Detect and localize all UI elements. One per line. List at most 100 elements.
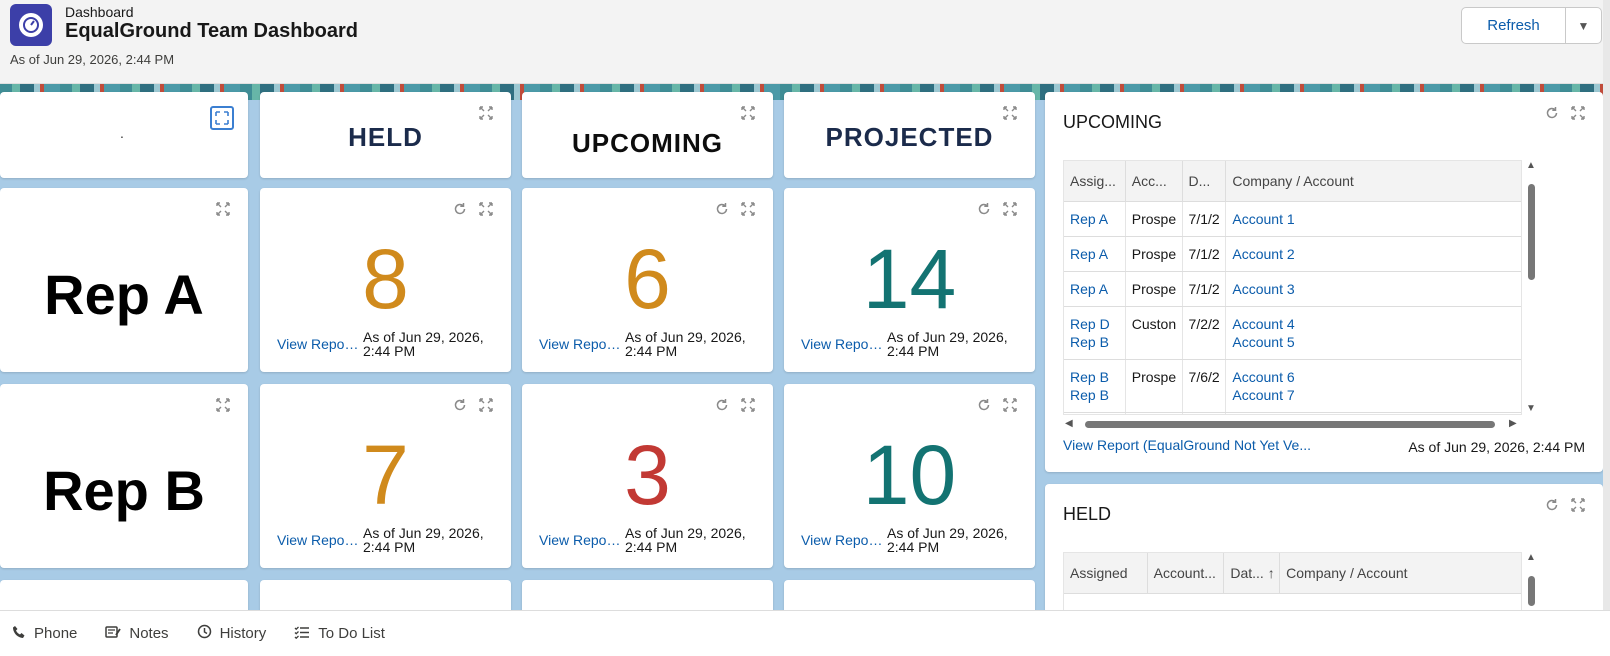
expand-icon[interactable] xyxy=(1571,106,1585,120)
expand-icon[interactable] xyxy=(479,202,493,216)
cell-text: 7/2/2 xyxy=(1188,316,1220,332)
upcoming-header-card: UPCOMING xyxy=(522,92,773,178)
metric-as-of: As of Jun 29, 2026, 2:44 PM xyxy=(887,525,1008,555)
scroll-thumb[interactable] xyxy=(1528,184,1535,280)
record-link[interactable]: Rep B xyxy=(1070,368,1119,386)
record-link[interactable]: Account 7 xyxy=(1232,386,1515,404)
cell-date: 7/1/2 xyxy=(1183,272,1227,306)
expand-icon[interactable] xyxy=(741,106,755,120)
vertical-scrollbar[interactable]: ▲ ▼ xyxy=(1525,160,1537,415)
view-report-link[interactable]: View Report... xyxy=(539,336,624,352)
record-link[interactable]: Rep D xyxy=(1070,315,1119,333)
cell-text: Prospe xyxy=(1131,211,1177,227)
vertical-scrollbar[interactable]: ▲ xyxy=(1525,552,1537,612)
cell-date: 7/6/2 xyxy=(1183,413,1227,414)
scroll-down-icon[interactable]: ▼ xyxy=(1526,403,1536,414)
column-header-account-type[interactable]: Acc... xyxy=(1126,161,1183,201)
projected-header-text: PROJECTED xyxy=(825,122,994,152)
record-link[interactable]: Rep B xyxy=(1070,333,1119,351)
record-link[interactable]: Account 4 xyxy=(1232,315,1515,333)
column-header-account-type[interactable]: Account... xyxy=(1148,553,1225,593)
column-header-company-account[interactable]: Company / Account xyxy=(1280,553,1521,593)
upcoming-table-title: UPCOMING xyxy=(1063,112,1162,132)
table-row: Rep B Rep B Prospe 7/6/2 Account 6 Account 7 xyxy=(1064,360,1521,413)
expand-icon[interactable] xyxy=(1003,202,1017,216)
refresh-icon[interactable] xyxy=(453,398,467,412)
cell-account-type: Prospe xyxy=(1126,272,1183,306)
refresh-icon[interactable] xyxy=(715,398,729,412)
refresh-icon[interactable] xyxy=(715,202,729,216)
view-report-link[interactable]: View Report (EqualGround Not Yet Ve... xyxy=(1063,437,1311,453)
record-link[interactable]: Account 3 xyxy=(1232,280,1515,298)
scroll-up-icon[interactable]: ▲ xyxy=(1526,552,1536,563)
record-link[interactable]: Account 2 xyxy=(1232,245,1515,263)
refresh-button[interactable]: Refresh xyxy=(1462,8,1566,43)
column-header-assigned[interactable]: Assig... xyxy=(1064,161,1126,201)
metric-as-of: As of Jun 29, 2026, 2:44 PM xyxy=(625,525,746,555)
horizontal-scrollbar[interactable]: ◀ ▶ xyxy=(1063,418,1522,430)
view-report-link[interactable]: View Report... xyxy=(801,532,886,548)
utility-item-phone[interactable]: Phone xyxy=(12,625,77,643)
cell-date: 7/6/2 xyxy=(1183,360,1227,412)
metric-card-upcoming-rep-a: 6 View Report... As of Jun 29, 2026, 2:44… xyxy=(522,188,773,372)
cell-account-type: Prospe xyxy=(1126,202,1183,236)
scroll-left-icon[interactable]: ◀ xyxy=(1065,418,1073,429)
scroll-thumb[interactable] xyxy=(1085,421,1495,428)
utility-item-notes[interactable]: Notes xyxy=(105,625,169,643)
refresh-icon[interactable] xyxy=(1545,498,1559,512)
record-link[interactable]: Rep A xyxy=(1070,210,1119,228)
cell-company-account: Account 6 Account 7 xyxy=(1226,360,1521,412)
refresh-icon[interactable] xyxy=(1545,106,1559,120)
scroll-thumb[interactable] xyxy=(1528,576,1535,606)
expand-icon[interactable] xyxy=(741,398,755,412)
refresh-icon[interactable] xyxy=(453,202,467,216)
phone-icon xyxy=(12,625,26,643)
expand-icon[interactable] xyxy=(216,202,230,216)
cell-date: 7/1/2 xyxy=(1183,202,1227,236)
scroll-right-icon[interactable]: ▶ xyxy=(1509,418,1517,429)
scroll-up-icon[interactable]: ▲ xyxy=(1526,160,1536,171)
expand-icon[interactable] xyxy=(479,106,493,120)
refresh-menu-button[interactable]: ▼ xyxy=(1566,8,1601,43)
expand-icon[interactable] xyxy=(479,398,493,412)
table-header-row: Assigned Account... Dat... ↑ Company / A… xyxy=(1064,553,1521,594)
column-header-assigned[interactable]: Assigned xyxy=(1064,553,1148,593)
held-table-card: HELD Assigned Account... Dat... ↑ Compan… xyxy=(1045,484,1603,624)
column-header-company-account[interactable]: Company / Account xyxy=(1226,161,1521,201)
cell-account-type: Custon xyxy=(1126,307,1183,359)
refresh-icon[interactable] xyxy=(977,202,991,216)
history-icon xyxy=(197,624,212,643)
metric-value: 7 xyxy=(362,428,409,522)
view-report-link[interactable]: View Report... xyxy=(277,336,362,352)
record-link[interactable]: Account 1 xyxy=(1232,210,1515,228)
view-report-link[interactable]: View Report... xyxy=(277,532,362,548)
table-row: Rep A Prospe 7/1/2 Account 2 xyxy=(1064,237,1521,272)
utility-item-to-do-list[interactable]: To Do List xyxy=(294,625,385,643)
expand-icon[interactable] xyxy=(210,106,234,130)
expand-icon[interactable] xyxy=(216,398,230,412)
cell-assigned: Rep X xyxy=(1064,413,1126,414)
held-header-text: HELD xyxy=(348,122,423,152)
expand-icon[interactable] xyxy=(1571,498,1585,512)
record-link[interactable]: Account 6 xyxy=(1232,368,1515,386)
cell-text: 7/1/2 xyxy=(1188,211,1220,227)
refresh-icon[interactable] xyxy=(977,398,991,412)
expand-icon[interactable] xyxy=(1003,106,1017,120)
column-header-date[interactable]: Dat... ↑ xyxy=(1224,553,1281,593)
page-scrollbar[interactable] xyxy=(1603,0,1610,610)
record-link[interactable]: Rep A xyxy=(1070,245,1119,263)
metric-as-of: As of Jun 29, 2026, 2:44 PM xyxy=(363,329,484,359)
rep-card: Rep B xyxy=(0,384,248,568)
view-report-link[interactable]: View Report... xyxy=(801,336,886,352)
view-report-link[interactable]: View Report... xyxy=(539,532,624,548)
record-link[interactable]: Rep A xyxy=(1070,280,1119,298)
column-header-date[interactable]: D... xyxy=(1183,161,1227,201)
table-header-row: Assig... Acc... D... Company / Account xyxy=(1064,161,1521,202)
expand-icon[interactable] xyxy=(1003,398,1017,412)
cell-account-type: Prospe xyxy=(1126,413,1183,414)
utility-item-history[interactable]: History xyxy=(197,624,266,643)
record-link[interactable]: Rep B xyxy=(1070,386,1119,404)
page-type-label: Dashboard xyxy=(65,4,134,20)
expand-icon[interactable] xyxy=(741,202,755,216)
record-link[interactable]: Account 5 xyxy=(1232,333,1515,351)
